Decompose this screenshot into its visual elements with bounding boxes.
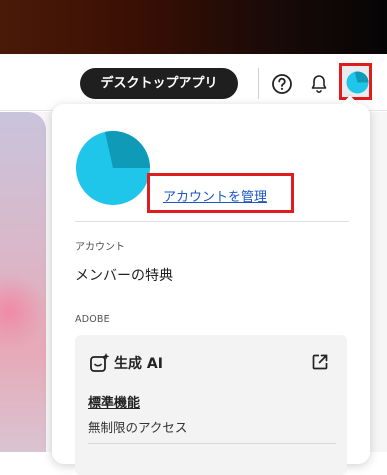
menu-divider [75, 221, 349, 222]
profile-avatar-icon [346, 71, 369, 94]
account-section-label: アカウント [75, 242, 125, 253]
profile-avatar-button[interactable] [339, 63, 372, 100]
adobe-section-label: ADOBE [75, 314, 110, 325]
manage-account-link[interactable]: アカウントを管理 [163, 186, 267, 205]
standard-feature-link[interactable]: 標準機能 [88, 392, 140, 411]
card-divider [88, 443, 336, 444]
help-icon[interactable] [271, 73, 293, 95]
account-avatar [75, 130, 151, 210]
external-link-icon[interactable] [311, 353, 329, 375]
member-benefits-item[interactable]: メンバーの特典 [75, 265, 173, 285]
header-divider [258, 68, 259, 99]
generative-ai-sparkle-icon [89, 352, 111, 378]
top-banner [0, 0, 387, 54]
unlimited-access-text: 無制限のアクセス [88, 420, 188, 435]
generative-ai-title: 生成 AI [114, 356, 163, 372]
bell-icon[interactable] [309, 73, 329, 95]
desktop-app-button[interactable]: デスクトップアプリ [80, 68, 238, 99]
background-artwork [0, 112, 46, 452]
